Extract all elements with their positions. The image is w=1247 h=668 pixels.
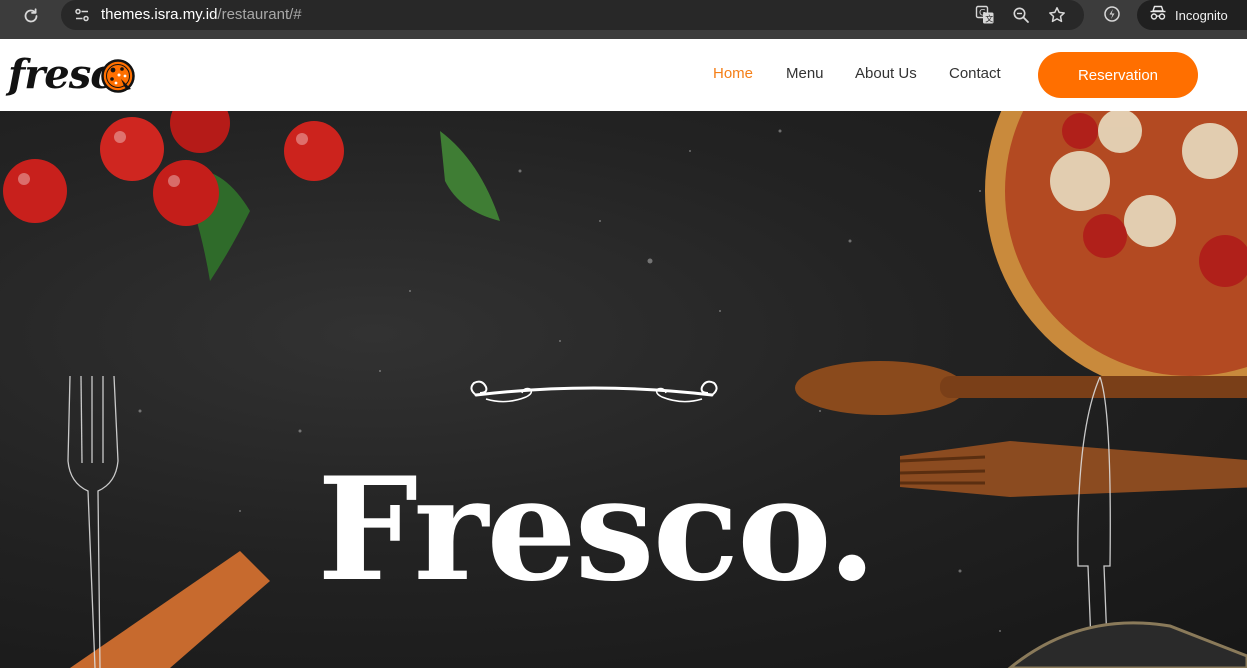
incognito-indicator[interactable]: Incognito [1137,0,1247,30]
tomatoes-decor [3,111,500,281]
reservation-button[interactable]: Reservation [1038,52,1198,98]
site-logo[interactable]: fresc [8,49,140,101]
url-text[interactable]: themes.isra.my.id/restaurant/# [101,6,302,23]
browser-toolbar: themes.isra.my.id/restaurant/# G 文 Incog… [0,0,1247,39]
nav-about-us[interactable]: About Us [855,65,917,82]
hero-title: Fresco. [317,447,877,613]
site-header: fresc Home Menu About Us Contact Reserva… [0,39,1247,111]
pizza-logo-icon [101,59,135,93]
hero-section: Fresco. [0,111,1247,668]
nav-home[interactable]: Home [713,65,753,82]
translate-icon[interactable]: G 文 [971,1,999,29]
address-bar[interactable]: themes.isra.my.id/restaurant/# G 文 [61,0,1084,30]
flourish-divider-icon [470,380,718,403]
zoom-icon[interactable] [1007,1,1035,29]
bookmark-star-icon[interactable] [1043,1,1071,29]
logo-text: fresc [8,51,115,98]
reload-icon[interactable] [18,3,44,29]
nav-contact[interactable]: Contact [949,65,1001,82]
pizza-decor [985,111,1247,396]
url-host: themes.isra.my.id [101,6,218,23]
incognito-icon [1149,5,1167,26]
site-info-icon[interactable] [69,2,95,28]
bowl-decor [1007,621,1247,668]
nav-menu[interactable]: Menu [786,65,824,82]
url-path: /restaurant/# [217,6,302,23]
extension-icon[interactable] [1098,0,1126,28]
incognito-label: Incognito [1175,7,1228,23]
svg-text:文: 文 [985,14,993,24]
